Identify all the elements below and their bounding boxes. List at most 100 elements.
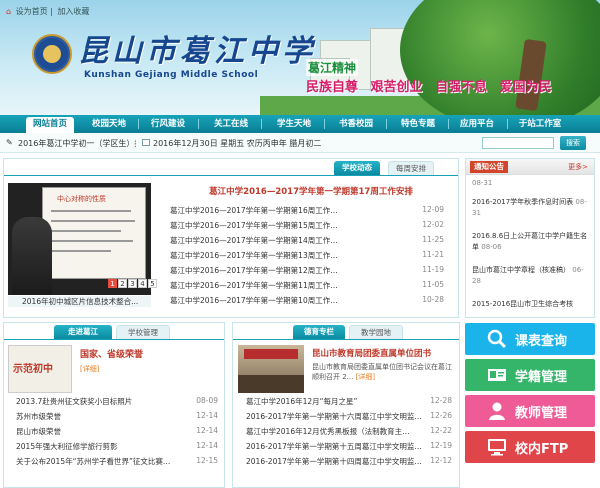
nav-divider <box>261 119 262 129</box>
list-item[interactable]: 2016-2017学年第一学期第十六周葛江中学文明监… 12-26 <box>238 411 456 425</box>
list-title: 昆山市级荣誉 <box>16 427 61 436</box>
feature-headline[interactable]: 葛江中学2016—2017学年第一学期第17周工作安排 <box>196 185 426 197</box>
school-spirit-title: 葛江精神 <box>306 59 359 76</box>
date-text: 2016年12月30日 星期五 农历丙申年 腊月初二 <box>153 139 322 148</box>
add-favorite-link[interactable]: 加入收藏 <box>57 7 89 16</box>
nav-features[interactable]: 特色专题 <box>392 115 444 133</box>
list-item[interactable]: 葛江中学2016年12月优秀黑板报（法制教育主… 12-22 <box>238 426 456 440</box>
notice-more-link[interactable]: 更多> <box>568 162 588 172</box>
list-date: 11-21 <box>422 250 444 259</box>
list-date: 12-26 <box>430 411 452 420</box>
notice-item[interactable]: 2016.8.6日上公开葛江中学户籍生名单 08-06 <box>472 231 592 253</box>
list-title: 2015年强大利征修学旅行剪影 <box>16 442 118 451</box>
nav-studio[interactable]: 于站工作室 <box>512 115 568 133</box>
honor-headline[interactable]: 国家、省级荣誉 <box>80 347 143 360</box>
notice-date: 08-06 <box>481 243 502 251</box>
teacher-management-button[interactable]: 教师管理 <box>465 395 595 427</box>
list-date: 11-05 <box>422 280 444 289</box>
tab-about-school[interactable]: 走进葛江 <box>54 325 112 339</box>
tab-teaching[interactable]: 教学园地 <box>349 325 403 339</box>
list-item[interactable]: 2016-2017学年第一学期第十五周葛江中学文明监… 12-19 <box>238 441 456 455</box>
moral-headline[interactable]: 昆山市教育局团委直属单位团书 <box>312 347 431 359</box>
nav-campus[interactable]: 校园天地 <box>84 115 134 133</box>
list-item[interactable]: 葛江中学2016—2017学年第一学期第11周工作… 11-05 <box>162 280 448 294</box>
nav-apps[interactable]: 应用平台 <box>452 115 502 133</box>
nav-divider <box>448 119 449 129</box>
notice-item[interactable]: 2015-2016昆山市卫生综合考核 <box>472 299 592 311</box>
nav-divider <box>507 119 508 129</box>
notice-date: 08-31 <box>472 179 493 187</box>
list-date: 12-15 <box>196 456 218 465</box>
set-homepage-link[interactable]: 设为首页 <box>16 7 48 16</box>
honor-plaque-image[interactable]: 示范初中 <box>8 345 72 393</box>
nav-home[interactable]: 网站首页 <box>26 117 74 133</box>
detail-link[interactable]: [详细] <box>356 373 375 381</box>
school-seal-logo <box>32 34 72 74</box>
tab-moral-column[interactable]: 德育专栏 <box>293 325 345 339</box>
timetable-query-button[interactable]: 课表查询 <box>465 323 595 355</box>
list-item[interactable]: 葛江中学2016年12月“每月之星” 12-28 <box>238 396 456 410</box>
list-date: 12-22 <box>430 426 452 435</box>
school-english-name: Kunshan Gejiang Middle School <box>84 70 259 80</box>
notice-item[interactable]: 08-31 <box>472 178 592 188</box>
tab-weekly-schedule[interactable]: 每周安排 <box>388 161 434 175</box>
slide-caption[interactable]: 2016年初中城区片信息技术整合... <box>8 296 151 307</box>
detail-link[interactable]: [详细] <box>80 364 99 374</box>
motto: 艰苦创业 <box>370 80 423 95</box>
slide-page-2[interactable]: 2 <box>118 279 127 288</box>
computer-icon <box>487 437 507 457</box>
search-button[interactable]: 搜索 <box>560 136 586 150</box>
list-title: 葛江中学2016年12月优秀黑板报（法制教育主… <box>246 426 421 437</box>
list-title: 关于公布2015年“苏州学子看世界”征文比赛… <box>16 456 186 467</box>
list-date: 12-14 <box>196 441 218 450</box>
list-item[interactable]: 2013.7赴贵州征文获奖小目标照片 08-09 <box>8 396 222 410</box>
campus-ftp-button[interactable]: 校内FTP <box>465 431 595 463</box>
slide-page-1[interactable]: 1 <box>108 279 117 288</box>
list-item[interactable]: 昆山市级荣誉 12-14 <box>8 426 222 440</box>
tab-school-management[interactable]: 学校管理 <box>116 325 170 339</box>
list-item[interactable]: 苏州市级荣誉 12-14 <box>8 411 222 425</box>
nav-students[interactable]: 学生天地 <box>268 115 320 133</box>
tree-image <box>400 0 600 118</box>
button-label: 校内FTP <box>515 442 569 457</box>
nav-reading[interactable]: 书香校园 <box>330 115 382 133</box>
list-item[interactable]: 葛江中学2016—2017学年第一学期第14周工作… 11-25 <box>162 235 448 249</box>
ticker-link[interactable]: 2016年葛江中学初一（学区生）报 <box>18 138 136 149</box>
list-item[interactable]: 关于公布2015年“苏州学子看世界”征文比赛… 12-15 <box>8 456 222 470</box>
list-title: 葛江中学2016—2017学年第一学期第11周工作… <box>170 281 338 290</box>
classroom-screen: 中心对称的性质 <box>42 187 146 279</box>
slide-page-3[interactable]: 3 <box>128 279 137 288</box>
list-item[interactable]: 葛江中学2016—2017学年第一学期第15周工作… 12-02 <box>162 220 448 234</box>
separator: | <box>50 7 53 16</box>
search-input[interactable] <box>482 137 554 149</box>
meeting-photo[interactable] <box>238 345 304 393</box>
nav-care[interactable]: 关工在线 <box>206 115 256 133</box>
ticker-icon: ✎ <box>6 138 13 147</box>
notice-item[interactable]: 昆山市葛江中学章程（核准稿） 06-28 <box>472 265 592 287</box>
notice-item[interactable]: 2016-2017学年秋季作息时间表 08-31 <box>472 197 592 219</box>
nav-divider <box>138 119 139 129</box>
list-title: 葛江中学2016—2017学年第一学期第16周工作… <box>170 206 338 215</box>
list-item[interactable]: 2016-2017学年第一学期第十四周葛江中学文明监… 12-12 <box>238 456 456 470</box>
list-title: 葛江中学2016—2017学年第一学期第12周工作… <box>170 266 338 275</box>
button-label: 教师管理 <box>515 406 568 421</box>
notice-text: 2015-2016昆山市卫生综合考核 <box>472 300 574 308</box>
nav-conduct[interactable]: 行风建设 <box>143 115 193 133</box>
list-date: 12-14 <box>196 426 218 435</box>
list-item[interactable]: 葛江中学2016—2017学年第一学期第12周工作… 11-19 <box>162 265 448 279</box>
list-date: 12-09 <box>422 205 444 214</box>
notice-title: 通知公告 <box>470 161 508 173</box>
list-item[interactable]: 葛江中学2016—2017学年第一学期第16周工作… 12-09 <box>162 205 448 219</box>
list-item[interactable]: 葛江中学2016—2017学年第一学期第13周工作… 11-21 <box>162 250 448 264</box>
tab-school-news[interactable]: 学校动态 <box>334 161 380 175</box>
moral-desc-text: 昆山市教育局团委直属单位团书记会议在葛江顺利召开 2... <box>312 363 452 381</box>
list-item[interactable]: 2015年强大利征修学旅行剪影 12-14 <box>8 441 222 455</box>
list-item[interactable]: 葛江中学2016—2017学年第一学期第10周工作… 10-28 <box>162 295 448 309</box>
main-nav: 网站首页 校园天地 行风建设 关工在线 学生天地 书香校园 特色专题 应用平台 … <box>0 115 600 133</box>
id-card-icon <box>487 365 507 385</box>
student-records-button[interactable]: 学籍管理 <box>465 359 595 391</box>
slide-page-4[interactable]: 4 <box>138 279 147 288</box>
list-date: 11-19 <box>422 265 444 274</box>
slide-page-5[interactable]: 5 <box>148 279 157 288</box>
teacher-silhouette <box>12 217 52 295</box>
